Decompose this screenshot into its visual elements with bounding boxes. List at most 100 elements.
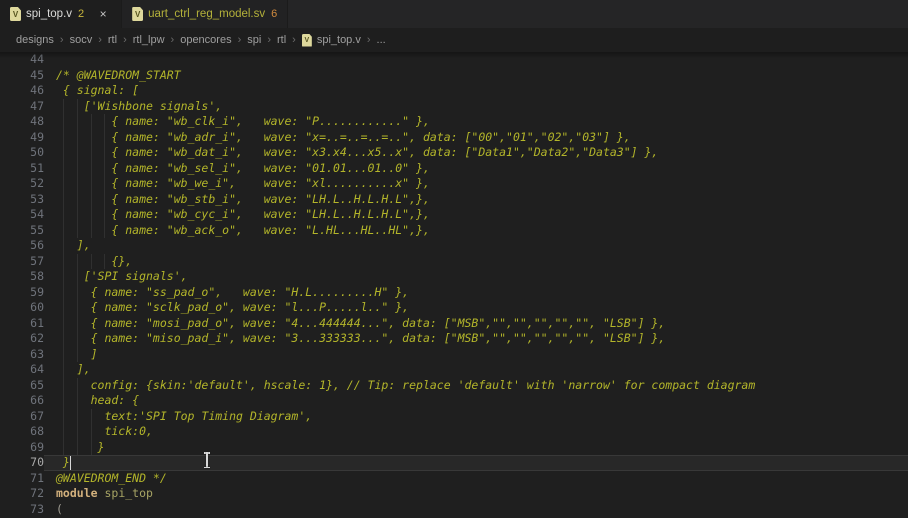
code-line[interactable]: ['Wishbone signals',: [44, 99, 908, 115]
indent-guide: [63, 285, 64, 301]
indent-guide: [91, 192, 92, 208]
code-line[interactable]: @WAVEDROM_END */: [44, 471, 908, 487]
code-line[interactable]: { signal: [: [44, 83, 908, 99]
code-row: 44: [0, 52, 908, 68]
indent-guide: [77, 300, 78, 316]
code-line[interactable]: ],: [44, 362, 908, 378]
code-editor-window: V spi_top.v 2 × V uart_ctrl_reg_model.sv…: [0, 0, 908, 518]
indent-guide: [77, 145, 78, 161]
code-line[interactable]: { name: "wb_we_i", wave: "xl..........x"…: [44, 176, 908, 192]
indent-guide: [63, 440, 64, 456]
indent-guide: [91, 440, 92, 456]
line-number: 46: [0, 83, 44, 99]
code-row: 47 ['Wishbone signals',: [0, 99, 908, 115]
code-line[interactable]: ['SPI signals',: [44, 269, 908, 285]
close-icon[interactable]: ×: [95, 6, 111, 22]
chevron-right-icon: ›: [292, 34, 296, 46]
code-line[interactable]: text:'SPI Top Timing Diagram',: [44, 409, 908, 425]
code-line[interactable]: { name: "wb_cyc_i", wave: "LH.L..H.L.H.L…: [44, 207, 908, 223]
indent-guide: [63, 331, 64, 347]
chevron-right-icon: ›: [238, 34, 242, 46]
code-line[interactable]: { name: "miso_pad_i", wave: "3...333333.…: [44, 331, 908, 347]
line-number: 62: [0, 331, 44, 347]
indent-guide: [63, 300, 64, 316]
line-number: 64: [0, 362, 44, 378]
breadcrumb: designs›socv›rtl›rtl_lpw›opencores›spi›r…: [0, 28, 908, 52]
code-row: 54 { name: "wb_cyc_i", wave: "LH.L..H.L.…: [0, 207, 908, 223]
code-line[interactable]: config: {skin:'default', hscale: 1}, // …: [44, 378, 908, 394]
breadcrumb-item[interactable]: rtl: [277, 34, 286, 46]
line-number: 55: [0, 223, 44, 239]
code-row: 58 ['SPI signals',: [0, 269, 908, 285]
line-number: 68: [0, 424, 44, 440]
code-line[interactable]: { name: "wb_clk_i", wave: "P............…: [44, 114, 908, 130]
chevron-right-icon: ›: [267, 34, 271, 46]
indent-guide: [63, 176, 64, 192]
indent-guide: [91, 223, 92, 239]
breadcrumb-label: ...: [377, 34, 386, 46]
breadcrumb-item[interactable]: rtl: [108, 34, 117, 46]
tab-label: spi_top.v: [26, 8, 72, 20]
indent-guide: [63, 393, 64, 409]
indent-guide: [63, 424, 64, 440]
code-row: 69 }: [0, 440, 908, 456]
code-line[interactable]: /* @WAVEDROM_START: [44, 68, 908, 84]
breadcrumb-item[interactable]: opencores: [180, 34, 231, 46]
indent-guide: [104, 254, 105, 270]
code-line[interactable]: [44, 52, 908, 68]
code-row: 73(: [0, 502, 908, 518]
indent-guide: [63, 114, 64, 130]
code-line[interactable]: ]: [44, 347, 908, 363]
code-row: 51 { name: "wb_sel_i", wave: "01.01...01…: [0, 161, 908, 177]
code-line[interactable]: module spi_top: [44, 486, 908, 502]
code-line[interactable]: { name: "mosi_pad_o", wave: "4...444444.…: [44, 316, 908, 332]
indent-guide: [63, 378, 64, 394]
code-line[interactable]: { name: "wb_dat_i", wave: "x3.x4...x5..x…: [44, 145, 908, 161]
breadcrumb-item[interactable]: Vspi_top.v: [302, 34, 361, 47]
breadcrumb-item[interactable]: designs: [16, 34, 54, 46]
code-row: 60 { name: "sclk_pad_o", wave: "l...P...…: [0, 300, 908, 316]
code-area[interactable]: 4445/* @WAVEDROM_START46 { signal: [47 […: [0, 52, 908, 518]
indent-guide: [104, 161, 105, 177]
indent-guide: [77, 409, 78, 425]
indent-guide: [77, 285, 78, 301]
indent-guide: [77, 114, 78, 130]
breadcrumb-item[interactable]: socv: [70, 34, 93, 46]
indent-guide: [104, 130, 105, 146]
code-line[interactable]: { name: "sclk_pad_o", wave: "l...P.....l…: [44, 300, 908, 316]
indent-guide: [63, 347, 64, 363]
code-row: 70 }: [0, 455, 908, 471]
line-number: 63: [0, 347, 44, 363]
indent-guide: [77, 176, 78, 192]
indent-guide: [63, 362, 64, 378]
breadcrumb-item[interactable]: rtl_lpw: [133, 34, 165, 46]
code-line[interactable]: { name: "ss_pad_o", wave: "H.L.........H…: [44, 285, 908, 301]
indent-guide: [104, 207, 105, 223]
code-line[interactable]: }: [44, 440, 908, 456]
code-row: 67 text:'SPI Top Timing Diagram',: [0, 409, 908, 425]
tab-spi-top-v[interactable]: V spi_top.v 2 ×: [0, 0, 122, 28]
breadcrumb-item[interactable]: spi: [247, 34, 261, 46]
code-line[interactable]: { name: "wb_stb_i", wave: "LH.L..H.L.H.L…: [44, 192, 908, 208]
code-line[interactable]: { name: "wb_ack_o", wave: "L.HL...HL..HL…: [44, 223, 908, 239]
text-caret: [70, 456, 72, 470]
indent-guide: [91, 176, 92, 192]
code-row: 50 { name: "wb_dat_i", wave: "x3.x4...x5…: [0, 145, 908, 161]
code-line[interactable]: tick:0,: [44, 424, 908, 440]
code-line[interactable]: ],: [44, 238, 908, 254]
code-line[interactable]: {},: [44, 254, 908, 270]
code-line[interactable]: { name: "wb_adr_i", wave: "x=..=..=..=..…: [44, 130, 908, 146]
code-line[interactable]: { name: "wb_sel_i", wave: "01.01...01..0…: [44, 161, 908, 177]
indent-guide: [77, 316, 78, 332]
indent-guide: [91, 145, 92, 161]
breadcrumb-label: rtl: [277, 34, 286, 46]
line-number: 65: [0, 378, 44, 394]
tab-uart-ctrl-reg-model-sv[interactable]: V uart_ctrl_reg_model.sv 6: [122, 0, 288, 28]
indent-guide: [63, 99, 64, 115]
code-line[interactable]: }: [44, 455, 908, 471]
breadcrumb-item[interactable]: ...: [377, 34, 386, 46]
code-line[interactable]: head: {: [44, 393, 908, 409]
indent-guide: [77, 207, 78, 223]
code-line[interactable]: (: [44, 502, 908, 518]
code-row: 53 { name: "wb_stb_i", wave: "LH.L..H.L.…: [0, 192, 908, 208]
